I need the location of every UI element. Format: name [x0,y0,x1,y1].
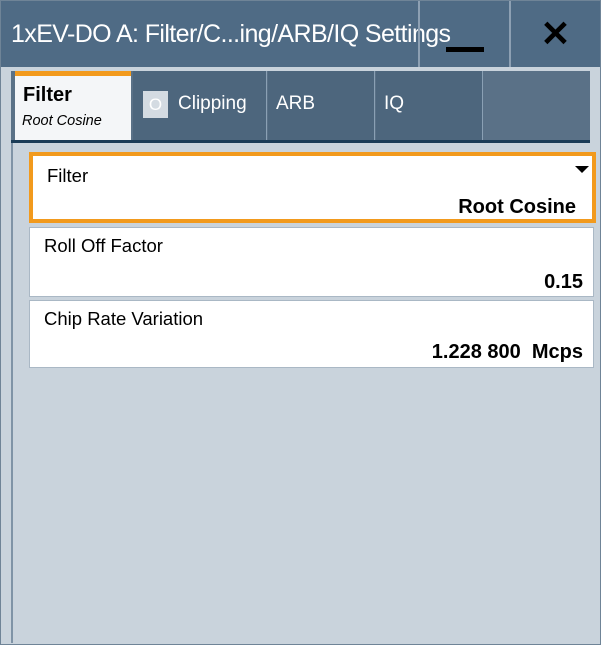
filter-label: Filter [47,165,89,186]
filter-select[interactable]: Filter Root Cosine [29,152,596,223]
tab-arb-label: ARB [276,93,316,114]
chip-rate-variation-label: Chip Rate Variation [44,308,204,329]
close-button[interactable]: ✕ [509,1,600,67]
tab-bar: Filter Root Cosine O Clipping ARB IQ [11,71,590,143]
tab-clipping[interactable]: O Clipping [133,71,267,140]
title-bar: 1xEV-DO A: Filter/C...ing/ARB/IQ Setting… [1,1,600,67]
minimize-icon [445,46,484,52]
chip-rate-variation-field[interactable]: Chip Rate Variation 1.228 800 Mcps [29,300,594,368]
window-title: 1xEV-DO A: Filter/C...ing/ARB/IQ Setting… [11,20,451,48]
roll-off-factor-value: 0.15 [544,271,583,293]
tab-filter-label: Filter [23,84,72,106]
tab-filter-sublabel: Root Cosine [22,113,102,129]
close-icon: ✕ [540,13,571,54]
tab-clipping-label: Clipping [178,93,247,114]
tab-iq-label: IQ [384,93,405,114]
panel-left-border [11,143,13,643]
clipping-state-badge: O [143,91,168,118]
tab-arb[interactable]: ARB [268,71,375,140]
roll-off-factor-field[interactable]: Roll Off Factor 0.15 [29,227,594,297]
filter-value: Root Cosine [458,196,576,218]
dropdown-arrow-icon [575,166,589,173]
minimize-button[interactable] [418,1,509,67]
tab-iq[interactable]: IQ [376,71,483,140]
chip-rate-variation-value: 1.228 800 Mcps [431,341,583,363]
dialog-window: 1xEV-DO A: Filter/C...ing/ARB/IQ Setting… [0,0,601,645]
roll-off-factor-label: Roll Off Factor [44,235,163,256]
tab-filter[interactable]: Filter Root Cosine [15,71,131,140]
